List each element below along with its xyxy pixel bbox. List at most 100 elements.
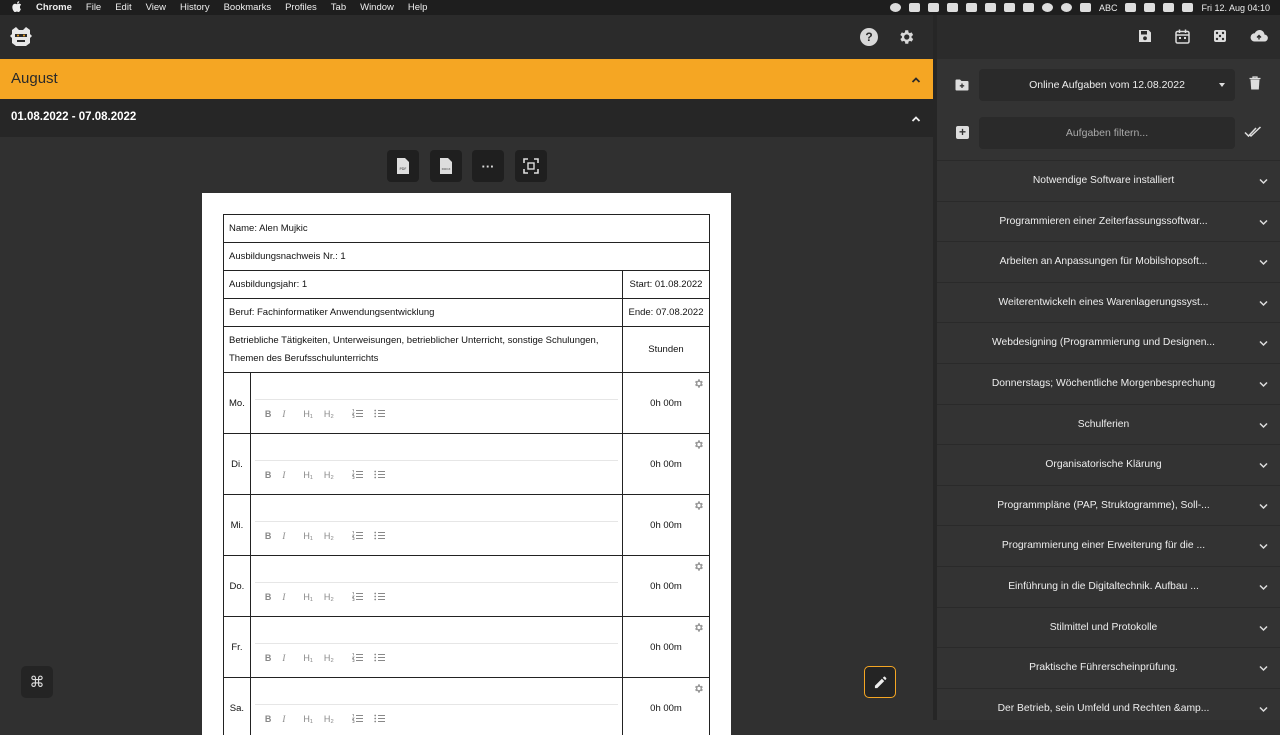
menu-app-name[interactable]: Chrome xyxy=(36,2,72,13)
ordered-list-icon[interactable] xyxy=(352,409,363,420)
spotlight-search-icon[interactable] xyxy=(1042,3,1053,12)
battery-icon[interactable] xyxy=(1163,3,1174,12)
calendar-icon[interactable] xyxy=(1175,29,1191,45)
chevron-down-icon[interactable] xyxy=(1259,624,1268,631)
chevron-down-icon[interactable] xyxy=(1259,583,1268,590)
input-flag-icon[interactable] xyxy=(1080,3,1091,12)
chevron-down-icon[interactable] xyxy=(1259,664,1268,671)
italic-button[interactable]: I xyxy=(282,531,285,541)
heading1-button[interactable]: H₁ xyxy=(303,409,313,419)
new-folder-icon[interactable] xyxy=(955,78,969,90)
mute-icon[interactable] xyxy=(1004,3,1015,12)
vectorworks-icon[interactable] xyxy=(966,3,977,12)
ordered-list-icon[interactable] xyxy=(352,653,363,664)
week-accordion-header[interactable]: 01.08.2022 - 07.08.2022 xyxy=(0,99,933,137)
chevron-down-icon[interactable] xyxy=(1259,542,1268,549)
day-editor[interactable]: B I H₁ H₂ xyxy=(250,678,622,735)
heading1-button[interactable]: H₁ xyxy=(303,714,313,724)
italic-button[interactable]: I xyxy=(282,409,285,419)
task-list-item[interactable]: Stilmittel und Protokolle xyxy=(937,607,1280,648)
task-filter-input[interactable] xyxy=(979,117,1235,149)
heading1-button[interactable]: H₁ xyxy=(303,653,313,663)
day-editor[interactable]: B I H₁ H₂ xyxy=(250,495,622,556)
chevron-down-icon[interactable] xyxy=(1259,299,1268,306)
control-center-icon[interactable] xyxy=(1182,3,1193,12)
add-task-button[interactable]: + xyxy=(956,126,969,139)
task-list-item[interactable]: Notwendige Software installiert xyxy=(937,160,1280,201)
bullet-list-icon[interactable] xyxy=(374,714,385,725)
record-icon[interactable] xyxy=(890,3,901,12)
task-list-item[interactable]: Organisatorische Klärung xyxy=(937,444,1280,485)
menu-file[interactable]: File xyxy=(86,2,101,13)
task-list-item[interactable]: Donnerstags; Wöchentliche Morgenbesprech… xyxy=(937,363,1280,404)
task-list-item[interactable]: Einführung in die Digitaltechnik. Aufbau… xyxy=(937,566,1280,607)
bold-button[interactable]: B xyxy=(265,531,272,541)
task-list-item[interactable]: Praktische Führerscheinprüfung. xyxy=(937,647,1280,688)
wifi-icon[interactable] xyxy=(1144,3,1155,12)
menu-window[interactable]: Window xyxy=(360,2,394,13)
task-list-item[interactable]: Programmierung einer Erweiterung für die… xyxy=(937,525,1280,566)
check-all-icon[interactable] xyxy=(1244,125,1262,139)
menu-history[interactable]: History xyxy=(180,2,210,13)
keyboard-icon[interactable] xyxy=(985,3,996,12)
heading1-button[interactable]: H₁ xyxy=(303,470,313,480)
day-editor[interactable]: B I H₁ H₂ xyxy=(250,434,622,495)
gear-icon[interactable] xyxy=(693,500,704,511)
display-icon[interactable] xyxy=(1023,3,1034,12)
heading1-button[interactable]: H₁ xyxy=(303,531,313,541)
chevron-down-icon[interactable] xyxy=(1259,502,1268,509)
menubar-datetime[interactable]: Fri 12. Aug 04:10 xyxy=(1201,3,1270,13)
teams-icon[interactable] xyxy=(928,3,939,12)
cloud-upload-icon[interactable] xyxy=(1250,29,1268,45)
bullet-list-icon[interactable] xyxy=(374,592,385,603)
chevron-down-icon[interactable] xyxy=(1259,461,1268,468)
menu-help[interactable]: Help xyxy=(408,2,428,13)
bold-button[interactable]: B xyxy=(265,592,272,602)
chevron-down-icon[interactable] xyxy=(1259,705,1268,712)
heading2-button[interactable]: H₂ xyxy=(324,470,334,480)
app-logo-icon[interactable] xyxy=(9,25,33,47)
input-source-label[interactable]: ABC xyxy=(1099,3,1118,13)
fullscreen-button[interactable] xyxy=(515,150,547,182)
dice-icon[interactable] xyxy=(1213,29,1229,45)
menu-edit[interactable]: Edit xyxy=(115,2,131,13)
heading2-button[interactable]: H₂ xyxy=(324,714,334,724)
chevron-down-icon[interactable] xyxy=(1259,380,1268,387)
save-icon[interactable] xyxy=(1138,29,1154,45)
edit-pencil-button[interactable] xyxy=(864,666,896,698)
chevron-down-icon[interactable] xyxy=(1259,218,1268,225)
heading2-button[interactable]: H₂ xyxy=(324,409,334,419)
italic-button[interactable]: I xyxy=(282,470,285,480)
help-button[interactable]: ? xyxy=(860,28,878,46)
day-editor[interactable]: B I H₁ H₂ xyxy=(250,373,622,434)
italic-button[interactable]: I xyxy=(282,592,285,602)
day-editor[interactable]: B I H₁ H₂ xyxy=(250,556,622,617)
task-list-item[interactable]: Programmieren einer Zeiterfassungssoftwa… xyxy=(937,201,1280,242)
task-list-item[interactable]: Programmpläne (PAP, Struktogramme), Soll… xyxy=(937,485,1280,526)
chevron-up-icon[interactable] xyxy=(911,111,921,121)
apple-menu-icon[interactable] xyxy=(12,1,24,15)
ordered-list-icon[interactable] xyxy=(352,592,363,603)
bold-button[interactable]: B xyxy=(265,409,272,419)
bold-button[interactable]: B xyxy=(265,714,272,724)
italic-button[interactable]: I xyxy=(282,714,285,724)
more-options-button[interactable]: ··· xyxy=(472,150,504,182)
heading2-button[interactable]: H₂ xyxy=(324,531,334,541)
menu-profiles[interactable]: Profiles xyxy=(285,2,317,13)
task-list-item[interactable]: Schulferien xyxy=(937,404,1280,445)
gear-icon[interactable] xyxy=(693,561,704,572)
ordered-list-icon[interactable] xyxy=(352,470,363,481)
export-pdf-button[interactable]: PDF xyxy=(387,150,419,182)
chevron-down-icon[interactable] xyxy=(1259,339,1268,346)
day-editor[interactable]: B I H₁ H₂ xyxy=(250,617,622,678)
export-docx-button[interactable]: DOCX xyxy=(430,150,462,182)
gear-icon[interactable] xyxy=(693,439,704,450)
trash-icon[interactable] xyxy=(1249,76,1261,90)
command-palette-button[interactable]: ⌘ xyxy=(21,666,53,698)
chevron-down-icon[interactable] xyxy=(1259,177,1268,184)
task-list-dropdown[interactable]: Online Aufgaben vom 12.08.2022 xyxy=(979,69,1235,101)
heading2-button[interactable]: H₂ xyxy=(324,592,334,602)
clock-icon[interactable] xyxy=(1061,3,1072,12)
ordered-list-icon[interactable] xyxy=(352,531,363,542)
bold-button[interactable]: B xyxy=(265,470,272,480)
